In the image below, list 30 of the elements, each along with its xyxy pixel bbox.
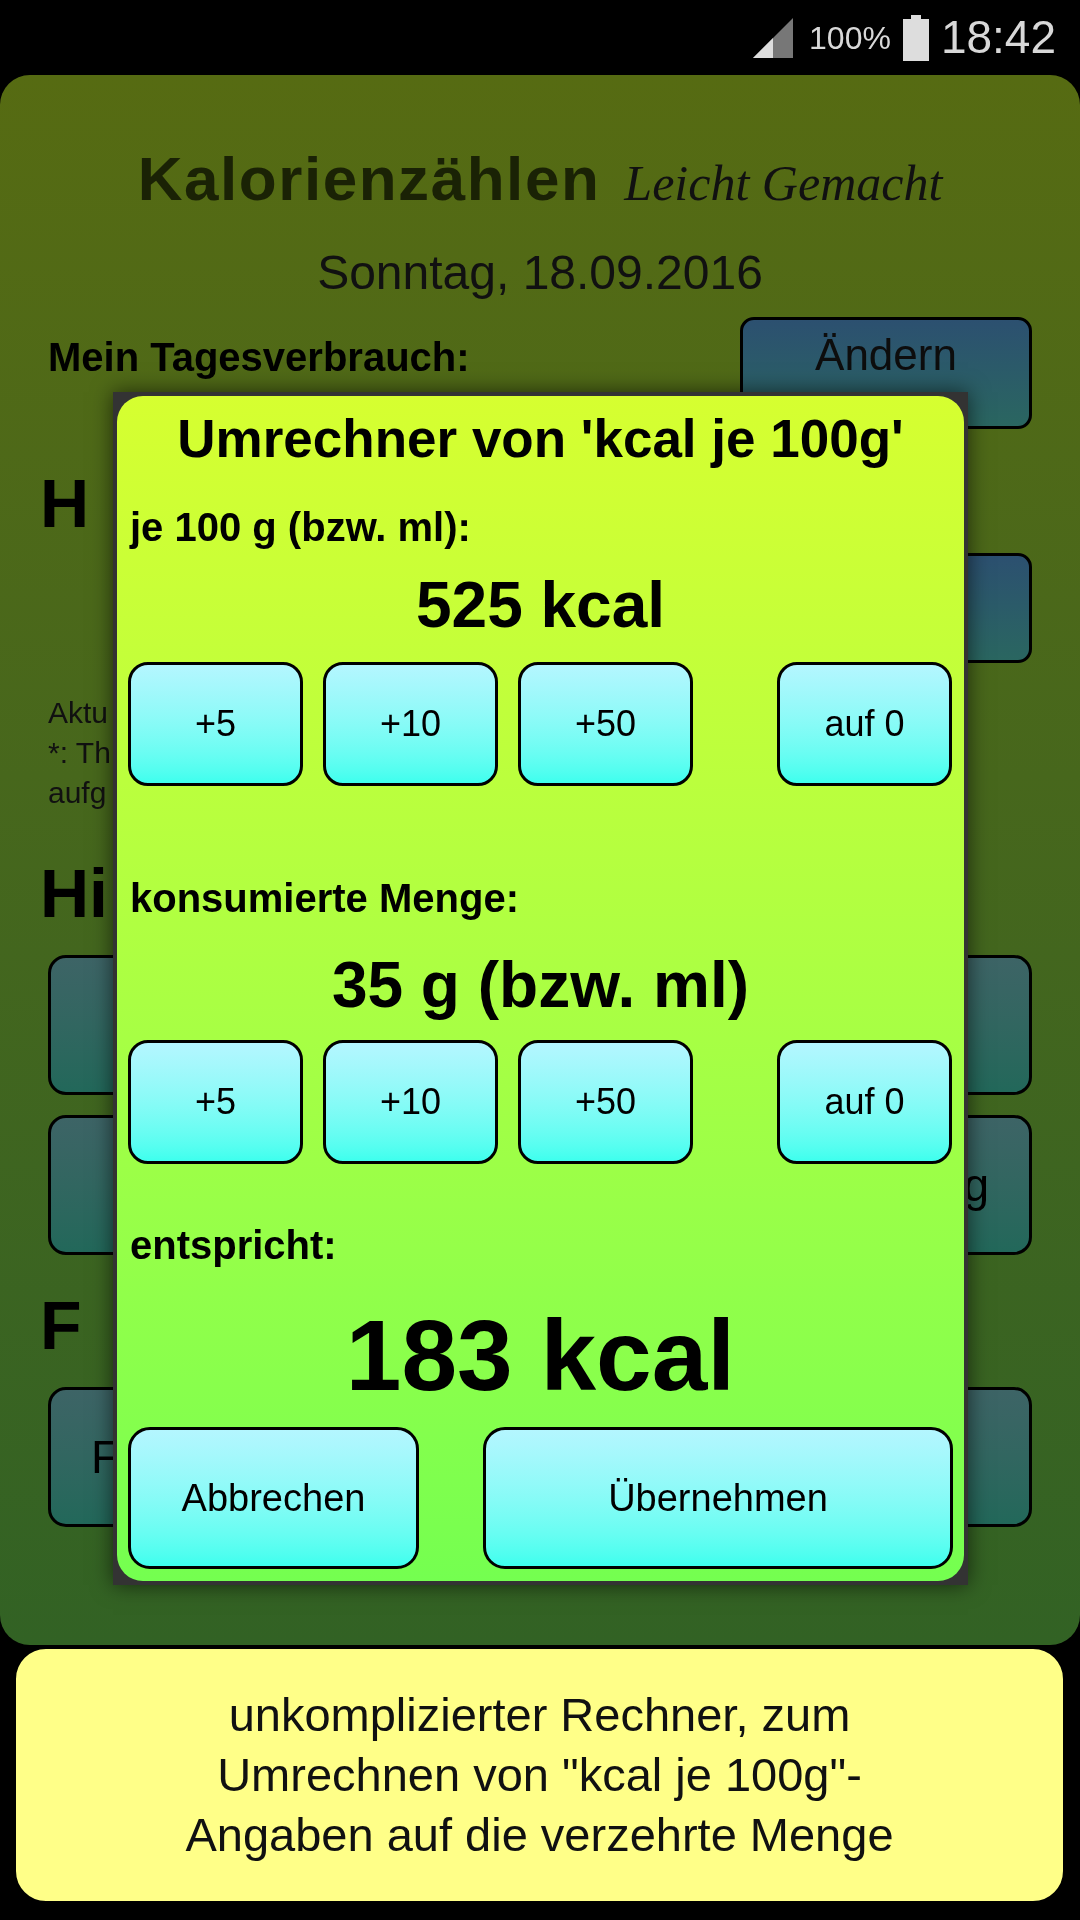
cancel-button[interactable]: Abbrechen <box>128 1427 419 1569</box>
step-button[interactable]: +5 <box>128 1040 303 1164</box>
battery-percent: 100% <box>809 18 891 58</box>
apply-button[interactable]: Übernehmen <box>483 1427 953 1569</box>
result-value: 183 kcal <box>345 1300 736 1410</box>
step-button[interactable]: auf 0 <box>777 1040 952 1164</box>
note-text: Aktu <box>48 695 109 731</box>
result-label: entspricht: <box>130 1222 337 1269</box>
step-button[interactable]: +5 <box>128 662 303 786</box>
clock: 18:42 <box>940 10 1056 65</box>
step-button[interactable]: +50 <box>518 1040 693 1164</box>
app-title: Kalorienzählen <box>137 143 601 215</box>
section-value: 525 kcal <box>415 568 666 643</box>
section-value: 35 g (bzw. ml) <box>331 948 750 1023</box>
section-heading: H <box>40 464 90 543</box>
section-label: konsumierte Menge: <box>130 875 519 922</box>
daily-consumption-label: Mein Tagesverbrauch: <box>48 334 470 381</box>
app-subtitle: Leicht Gemacht <box>624 154 943 213</box>
note-text: *: Th <box>48 735 111 771</box>
step-button[interactable]: +50 <box>518 662 693 786</box>
section-label: je 100 g (bzw. ml): <box>130 504 471 551</box>
section-heading: F <box>40 1286 82 1365</box>
step-button[interactable]: +10 <box>323 662 498 786</box>
banner-text: unkomplizierter Rechner, zum Umrechnen von "kcal je 100g"- Angaben auf die verzehrte Menge <box>185 1687 894 1863</box>
step-button[interactable]: auf 0 <box>777 662 952 786</box>
section-heading: Hi <box>40 854 108 933</box>
battery-icon <box>902 14 929 61</box>
step-button[interactable]: +10 <box>323 1040 498 1164</box>
note-text: aufg <box>48 775 107 811</box>
date-label: Sonntag, 18.09.2016 <box>317 245 763 301</box>
